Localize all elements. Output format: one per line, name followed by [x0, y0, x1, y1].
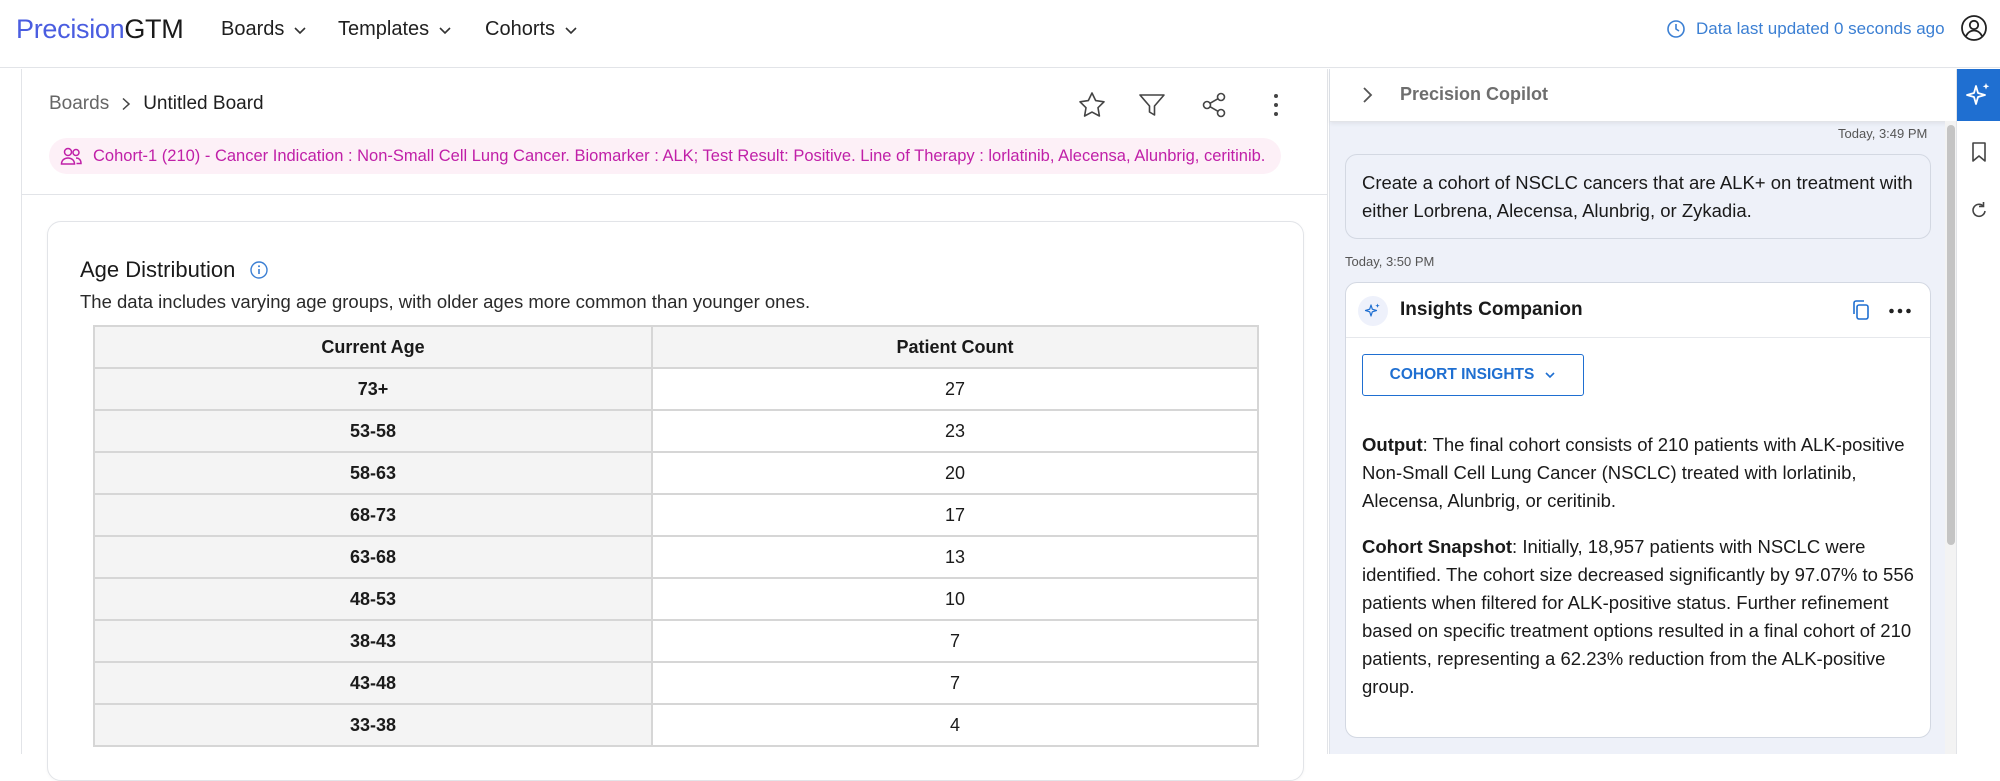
- copilot-title: Precision Copilot: [1400, 84, 1549, 104]
- copilot-scrollbar-thumb[interactable]: [1947, 125, 1955, 545]
- refresh-icon[interactable]: [1969, 199, 1989, 221]
- users-icon: [60, 147, 82, 165]
- output-label: Output: [1362, 434, 1423, 455]
- count-cell: 4: [651, 703, 1259, 747]
- logo-part-2: GTM: [124, 14, 184, 44]
- sparkle-icon: [1364, 303, 1380, 317]
- age-cell: 33-38: [93, 703, 653, 747]
- count-cell: 23: [651, 409, 1259, 453]
- chevron-down-icon: [1545, 372, 1555, 379]
- count-cell: 17: [651, 493, 1259, 537]
- age-cell: 68-73: [93, 493, 653, 537]
- board-actions: [22, 89, 1328, 123]
- app-logo[interactable]: PrecisionGTM: [16, 14, 184, 45]
- table-row: 38-43 7: [93, 619, 1259, 663]
- bookmark-icon[interactable]: [1969, 141, 1989, 163]
- age-cell: 48-53: [93, 577, 653, 621]
- board-panel: Boards Untitled Board Cohort-1 (210) - C…: [21, 69, 1328, 781]
- count-cell: 10: [651, 577, 1259, 621]
- insights-card-header: Insights Companion: [1346, 283, 1930, 338]
- copilot-header: Precision Copilot: [1330, 69, 1957, 122]
- age-cell: 63-68: [93, 535, 653, 579]
- count-cell: 7: [651, 619, 1259, 663]
- table-row: 48-53 10: [93, 577, 1259, 621]
- insights-companion-card: Insights Companion COHORT INSIGHTS Outpu…: [1345, 282, 1931, 738]
- age-distribution-table: Current Age Patient Count 73+ 27 53-58 23 …: [93, 325, 1259, 747]
- table-row: 53-58 23: [93, 409, 1259, 453]
- snapshot-label: Cohort Snapshot: [1362, 536, 1513, 557]
- nav-boards[interactable]: Boards: [221, 18, 308, 41]
- count-cell: 20: [651, 451, 1259, 495]
- copy-icon[interactable]: [1851, 299, 1871, 321]
- share-icon[interactable]: [1198, 89, 1230, 121]
- age-cell: 38-43: [93, 619, 653, 663]
- table-row: 43-48 7: [93, 661, 1259, 705]
- age-cell: 53-58: [93, 409, 653, 453]
- sparkle-badge: [1358, 296, 1388, 326]
- nav-templates[interactable]: Templates: [338, 18, 453, 41]
- user-circle-icon[interactable]: [1960, 14, 1988, 42]
- age-distribution-card: Age Distribution The data includes varyi…: [47, 221, 1304, 781]
- chevron-down-icon: [565, 26, 577, 34]
- insights-body: Output: The final cohort consists of 210…: [1362, 431, 1922, 719]
- reply-timestamp: Today, 3:50 PM: [1345, 254, 1435, 269]
- user-message: Create a cohort of NSCLC cancers that ar…: [1345, 154, 1931, 239]
- column-header-age: Current Age: [93, 325, 653, 369]
- copilot-toggle-button[interactable]: [1957, 69, 2000, 121]
- card-title: Age Distribution: [80, 257, 269, 283]
- table-row: 58-63 20: [93, 451, 1259, 495]
- top-navbar: PrecisionGTM Boards Templates Cohorts Da…: [0, 0, 2000, 68]
- table-row: 33-38 4: [93, 703, 1259, 747]
- nav-boards-label: Boards: [221, 18, 285, 40]
- user-message-timestamp: Today, 3:49 PM: [1838, 126, 1928, 141]
- data-updated-text: Data last updated 0 seconds ago: [1696, 19, 1945, 38]
- cohort-insights-dropdown[interactable]: COHORT INSIGHTS: [1362, 354, 1584, 396]
- card-title-text: Age Distribution: [80, 257, 236, 282]
- star-icon[interactable]: [1076, 89, 1108, 121]
- logo-part-1: Precision: [16, 14, 125, 44]
- count-cell: 27: [651, 367, 1259, 411]
- age-cell: 73+: [93, 367, 653, 411]
- table-header-row: Current Age Patient Count: [93, 325, 1259, 369]
- copilot-panel: Precision Copilot Today, 3:49 PM Create …: [1329, 69, 1957, 754]
- column-header-count: Patient Count: [651, 325, 1259, 369]
- table-row: 68-73 17: [93, 493, 1259, 537]
- sparkle-icon: [1966, 83, 1990, 105]
- age-cell: 43-48: [93, 661, 653, 705]
- count-cell: 13: [651, 535, 1259, 579]
- more-vertical-icon[interactable]: [1260, 89, 1292, 121]
- cohort-pill-text: Cohort-1 (210) - Cancer Indication : Non…: [93, 146, 1266, 165]
- table-row: 63-68 13: [93, 535, 1259, 579]
- nav-cohorts[interactable]: Cohorts: [485, 18, 579, 41]
- output-paragraph: Output: The final cohort consists of 210…: [1362, 431, 1922, 515]
- nav-templates-label: Templates: [338, 18, 430, 40]
- insights-card-title: Insights Companion: [1400, 299, 1583, 320]
- snapshot-text: : Initially, 18,957 patients with NSCLC …: [1362, 536, 1914, 697]
- output-text: : The final cohort consists of 210 patie…: [1362, 434, 1905, 511]
- clock-icon: [1667, 20, 1685, 38]
- data-updated-status: Data last updated 0 seconds ago: [1666, 19, 1945, 39]
- cohort-insights-label: COHORT INSIGHTS: [1389, 366, 1535, 383]
- age-cell: 58-63: [93, 451, 653, 495]
- board-header: Boards Untitled Board Cohort-1 (210) - C…: [22, 69, 1328, 195]
- snapshot-paragraph: Cohort Snapshot: Initially, 18,957 patie…: [1362, 533, 1922, 701]
- filter-icon[interactable]: [1136, 89, 1168, 121]
- right-rail: [1956, 69, 2000, 754]
- chevron-down-icon: [294, 26, 306, 34]
- table-row: 73+ 27: [93, 367, 1259, 411]
- card-description: The data includes varying age groups, wi…: [80, 291, 811, 312]
- chevron-down-icon: [439, 26, 451, 34]
- chevron-right-icon[interactable]: [1357, 85, 1377, 105]
- count-cell: 7: [651, 661, 1259, 705]
- more-horizontal-icon[interactable]: [1888, 307, 1912, 315]
- nav-cohorts-label: Cohorts: [485, 18, 556, 40]
- cohort-filter-pill[interactable]: Cohort-1 (210) - Cancer Indication : Non…: [49, 138, 1282, 174]
- info-icon[interactable]: [249, 260, 269, 280]
